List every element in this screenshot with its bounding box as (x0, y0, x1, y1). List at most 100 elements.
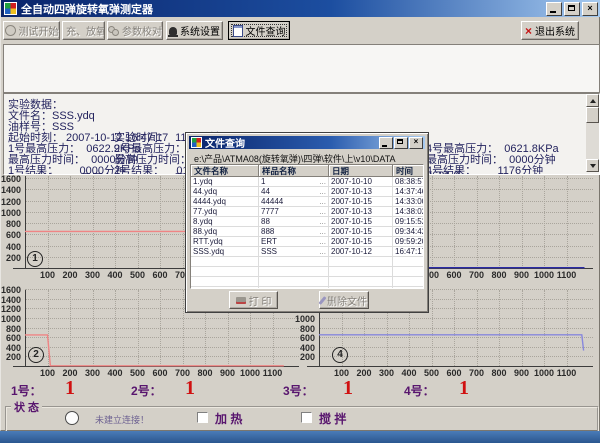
table-cell (329, 277, 393, 287)
x-tick-label: 300 (81, 368, 105, 378)
table-row[interactable]: 1.ydq1...2007-10-1008:38:57 (191, 177, 423, 187)
x-tick-label: 900 (510, 368, 534, 378)
x-tick-label: 200 (58, 368, 82, 378)
table-row[interactable]: 4444.ydq44444...2007-10-1514:33:00 (191, 197, 423, 207)
table-row[interactable]: 77.ydq7777...2007-10-1314:38:02 (191, 207, 423, 217)
table-cell: SSS.ydq (191, 247, 259, 257)
truncation-ellipsis: ... (319, 247, 328, 256)
x-tick-label: 600 (148, 270, 172, 280)
sample-name: 888 (261, 227, 274, 236)
table-cell: 14:33:00 (393, 197, 423, 207)
y-tick-label: 1400 (0, 185, 21, 195)
chart-number-badge: 1 (27, 251, 43, 267)
truncation-ellipsis: ... (319, 187, 328, 196)
col-filename[interactable]: 文件名称 (191, 165, 259, 177)
file-table: 文件名称 样品名称 日期 时间 1.ydq1...2007-10-1008:38… (190, 164, 424, 289)
y-tick-label: 600 (0, 230, 21, 240)
x-tick-label: 400 (103, 270, 127, 280)
table-cell: 2007-10-15 (329, 237, 393, 247)
table-cell: 09:59:20 (393, 237, 423, 247)
y-tick-label: 400 (289, 343, 315, 353)
table-cell: 2007-10-15 (329, 217, 393, 227)
col-time[interactable]: 时间 (393, 165, 423, 177)
x-tick-label: 300 (375, 368, 399, 378)
x-tick-label: 400 (397, 368, 421, 378)
file-query-dialog: 文件查询 × e:\产品\ATMA08(旋转氧弹)\四弹\软件\上\v10\DA… (185, 132, 429, 313)
table-cell: 88... (259, 217, 329, 227)
y-tick-label: 800 (0, 324, 21, 334)
x-tick-label: 800 (487, 270, 511, 280)
x-tick-label: 400 (103, 368, 127, 378)
table-cell (259, 277, 329, 287)
dialog-minimize-button[interactable] (379, 137, 393, 149)
x-tick-label: 900 (216, 368, 240, 378)
table-cell: RTT.ydq (191, 237, 259, 247)
table-cell: 14:37:46 (393, 187, 423, 197)
table-cell: 2007-10-12 (329, 247, 393, 257)
y-tick-label: 1600 (0, 285, 21, 295)
x-tick-label: 500 (420, 368, 444, 378)
x-tick-label: 700 (465, 270, 489, 280)
table-cell (329, 267, 393, 277)
x-tick-label: 600 (442, 368, 466, 378)
print-icon (236, 297, 246, 304)
truncation-ellipsis: ... (319, 237, 328, 246)
table-cell: 2007-10-15 (329, 197, 393, 207)
table-cell (259, 267, 329, 277)
table-cell: 09:34:42 (393, 227, 423, 237)
sample-name: SSS (261, 247, 277, 256)
y-tick-label: 1600 (0, 174, 21, 184)
y-tick-label: 200 (0, 352, 21, 362)
table-cell (259, 257, 329, 267)
table-cell: 2007-10-13 (329, 187, 393, 197)
x-tick-label: 500 (126, 368, 150, 378)
table-row[interactable]: 88.ydq888...2007-10-1509:34:42 (191, 227, 423, 237)
x-tick-label: 200 (58, 270, 82, 280)
table-cell: 44444... (259, 197, 329, 207)
table-cell (191, 267, 259, 277)
dialog-title-bar[interactable]: 文件查询 × (189, 136, 425, 149)
x-tick-label: 1000 (532, 270, 556, 280)
print-button[interactable]: 打 印 (229, 291, 278, 309)
x-tick-label: 100 (36, 270, 60, 280)
x-tick-label: 200 (352, 368, 376, 378)
dialog-close-button[interactable]: × (409, 137, 423, 149)
print-label: 打 印 (249, 293, 272, 308)
delete-icon (318, 296, 326, 305)
delete-file-label: 删除文件 (327, 293, 367, 308)
table-cell (259, 287, 329, 289)
y-tick-label: 600 (0, 333, 21, 343)
table-row[interactable]: SSS.ydqSSS...2007-10-1216:47:17 (191, 247, 423, 257)
truncation-ellipsis: ... (319, 177, 328, 186)
table-row[interactable]: 8.ydq88...2007-10-1509:15:52 (191, 217, 423, 227)
table-cell (329, 257, 393, 267)
table-row[interactable]: RTT.ydqERT...2007-10-1509:59:20 (191, 237, 423, 247)
dialog-maximize-button[interactable] (394, 137, 408, 149)
y-tick-label: 200 (0, 253, 21, 263)
table-cell: 4444.ydq (191, 197, 259, 207)
x-tick-label: 800 (487, 368, 511, 378)
x-tick-label: 600 (148, 368, 172, 378)
table-cell: 2007-10-13 (329, 207, 393, 217)
x-tick-label: 1100 (555, 270, 579, 280)
delete-file-button[interactable]: 删除文件 (319, 291, 369, 309)
table-cell (393, 267, 423, 277)
sample-name: 44444 (261, 197, 283, 206)
y-tick-label: 1000 (289, 314, 315, 324)
table-cell (191, 257, 259, 267)
table-row-empty (191, 277, 423, 287)
y-tick-label: 200 (289, 352, 315, 362)
y-tick-label: 400 (0, 343, 21, 353)
x-tick-label: 700 (171, 368, 195, 378)
table-cell (393, 277, 423, 287)
table-row[interactable]: 44.ydq44...2007-10-1314:37:46 (191, 187, 423, 197)
table-cell: 1.ydq (191, 177, 259, 187)
table-cell (191, 287, 259, 289)
table-cell: 77.ydq (191, 207, 259, 217)
col-samplename[interactable]: 样品名称 (259, 165, 329, 177)
table-cell: 44.ydq (191, 187, 259, 197)
col-date[interactable]: 日期 (329, 165, 393, 177)
table-cell: 88.ydq (191, 227, 259, 237)
x-tick-label: 600 (442, 270, 466, 280)
y-tick-label: 1000 (0, 208, 21, 218)
